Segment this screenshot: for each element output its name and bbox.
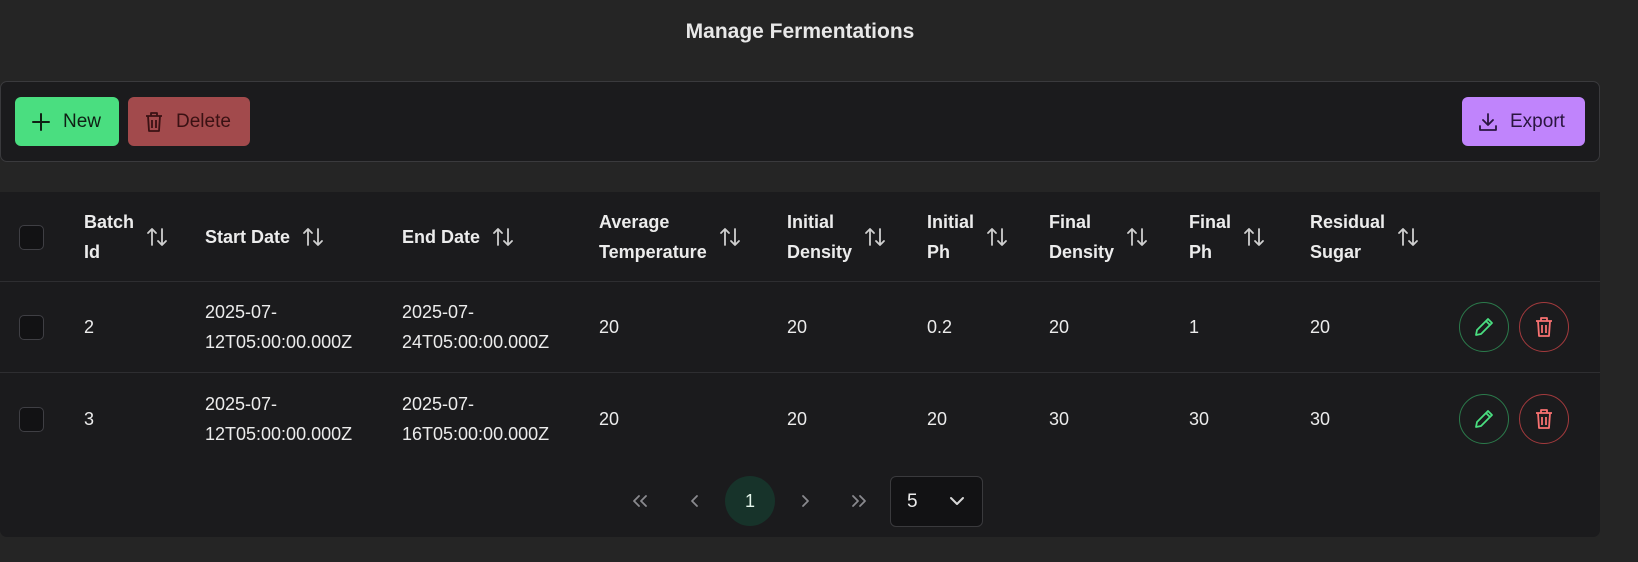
column-header-average-temperature[interactable]: Average Temperature	[599, 192, 741, 281]
cell-final-ph: 30	[1189, 409, 1210, 429]
column-header-label: Temperature	[599, 241, 707, 262]
paginator: 1 5	[0, 465, 1600, 537]
plus-icon	[32, 112, 50, 131]
column-header-label: Id	[84, 241, 100, 262]
cell-end-date: 2025-07- 24T05:00:00.000Z	[402, 282, 549, 372]
cell-final-density: 30	[1049, 409, 1070, 429]
sort-icon[interactable]	[1397, 226, 1419, 248]
cell-average-temperature: 20	[599, 409, 620, 429]
delete-row-button[interactable]	[1519, 302, 1569, 352]
cell-start-date: 2025-07- 12T05:00:00.000Z	[205, 373, 352, 465]
cell-initial-ph: 0.2	[927, 317, 953, 337]
last-page-button[interactable]	[834, 476, 884, 526]
sort-icon[interactable]	[864, 226, 886, 248]
column-header-label: Residual	[1310, 211, 1386, 232]
cell-text: 12T05:00:00.000Z	[205, 332, 353, 352]
next-page-button[interactable]	[780, 476, 830, 526]
chevrons-left-icon	[633, 495, 647, 507]
cell-text: 12T05:00:00.000Z	[205, 424, 353, 444]
select-all-checkbox[interactable]	[19, 224, 44, 250]
column-header-initial-density[interactable]: Initial Density	[787, 192, 886, 281]
delete-button-label: Delete	[176, 110, 231, 132]
previous-page-button[interactable]	[670, 476, 720, 526]
table-row: 3 2025-07- 12T05:00:00.000Z 2025-07- 16T05…	[0, 373, 1600, 465]
chevron-down-icon	[950, 497, 964, 505]
column-header-label: End Date	[402, 226, 481, 247]
sort-icon[interactable]	[1243, 226, 1265, 248]
cell-residual-sugar: 20	[1310, 317, 1331, 337]
cell-text: 2025-07-	[402, 302, 475, 322]
column-header-label: Final	[1189, 211, 1232, 232]
table-row: 2 2025-07- 12T05:00:00.000Z 2025-07- 24T05…	[0, 282, 1600, 373]
trash-icon	[146, 111, 162, 132]
column-header-label: Ph	[927, 241, 951, 262]
column-header-label: Initial	[927, 211, 975, 232]
chevrons-right-icon	[852, 495, 866, 507]
column-header-initial-ph[interactable]: Initial Ph	[927, 192, 1008, 281]
cell-batch-id: 2	[84, 317, 95, 337]
sort-icon[interactable]	[1126, 226, 1148, 248]
download-icon	[1479, 112, 1497, 131]
fermentations-table: Batch Id Start Date End Date Average Tempe…	[0, 192, 1600, 465]
column-header-start-date[interactable]: Start Date	[205, 192, 324, 281]
cell-initial-ph: 20	[927, 409, 948, 429]
column-header-end-date[interactable]: End Date	[402, 192, 514, 281]
edit-row-button[interactable]	[1459, 394, 1509, 444]
row-checkbox[interactable]	[19, 315, 44, 340]
delete-row-button[interactable]	[1519, 394, 1569, 444]
column-header-label: Final	[1049, 211, 1092, 232]
column-header-label: Ph	[1189, 241, 1213, 262]
cell-text: 2025-07-	[205, 302, 278, 322]
rows-per-page-value: 5	[907, 490, 918, 512]
cell-end-date: 2025-07- 16T05:00:00.000Z	[402, 373, 549, 465]
cell-start-date: 2025-07- 12T05:00:00.000Z	[205, 282, 352, 372]
sort-icon[interactable]	[492, 226, 514, 248]
column-header-label: Batch	[84, 211, 135, 232]
export-button-label: Export	[1510, 110, 1565, 132]
row-checkbox[interactable]	[19, 407, 44, 432]
chevron-left-icon	[691, 495, 698, 507]
cell-batch-id: 3	[84, 409, 95, 429]
column-header-label: Sugar	[1310, 241, 1362, 262]
delete-button[interactable]: Delete	[128, 97, 250, 146]
column-header-label: Initial	[787, 211, 835, 232]
sort-icon[interactable]	[302, 226, 324, 248]
cell-average-temperature: 20	[599, 317, 620, 337]
export-button[interactable]: Export	[1462, 97, 1585, 146]
cell-text: 2025-07-	[402, 394, 475, 414]
new-button-label: New	[63, 110, 102, 132]
trash-icon	[1536, 409, 1552, 429]
column-header-batch-id[interactable]: Batch Id	[84, 192, 168, 281]
edit-row-button[interactable]	[1459, 302, 1509, 352]
column-header-label: Density	[1049, 241, 1115, 262]
table-header: Batch Id Start Date End Date Average Tempe…	[0, 192, 1600, 282]
cell-initial-density: 20	[787, 317, 808, 337]
column-header-final-ph[interactable]: Final Ph	[1189, 192, 1265, 281]
column-header-final-density[interactable]: Final Density	[1049, 192, 1148, 281]
sort-icon[interactable]	[146, 226, 168, 248]
column-header-label: Average	[599, 211, 670, 232]
cell-text: 2025-07-	[205, 394, 278, 414]
page-title: Manage Fermentations	[685, 20, 915, 43]
cell-final-density: 20	[1049, 317, 1070, 337]
cell-initial-density: 20	[787, 409, 808, 429]
chevron-right-icon	[802, 495, 809, 507]
first-page-button[interactable]	[615, 476, 665, 526]
pencil-icon	[1475, 318, 1493, 336]
column-header-residual-sugar[interactable]: Residual Sugar	[1310, 192, 1419, 281]
cell-final-ph: 1	[1189, 317, 1200, 337]
cell-text: 24T05:00:00.000Z	[402, 332, 550, 352]
column-header-label: Start Date	[205, 226, 291, 247]
toolbar: New Delete Export	[0, 81, 1600, 162]
new-button[interactable]: New	[15, 97, 119, 146]
pencil-icon	[1475, 410, 1493, 428]
page-button-current[interactable]: 1	[725, 476, 775, 526]
column-header-label: Density	[787, 241, 853, 262]
trash-icon	[1536, 317, 1552, 337]
rows-per-page-select[interactable]: 5	[890, 476, 983, 527]
cell-text: 16T05:00:00.000Z	[402, 424, 550, 444]
sort-icon[interactable]	[986, 226, 1008, 248]
sort-icon[interactable]	[719, 226, 741, 248]
cell-residual-sugar: 30	[1310, 409, 1331, 429]
